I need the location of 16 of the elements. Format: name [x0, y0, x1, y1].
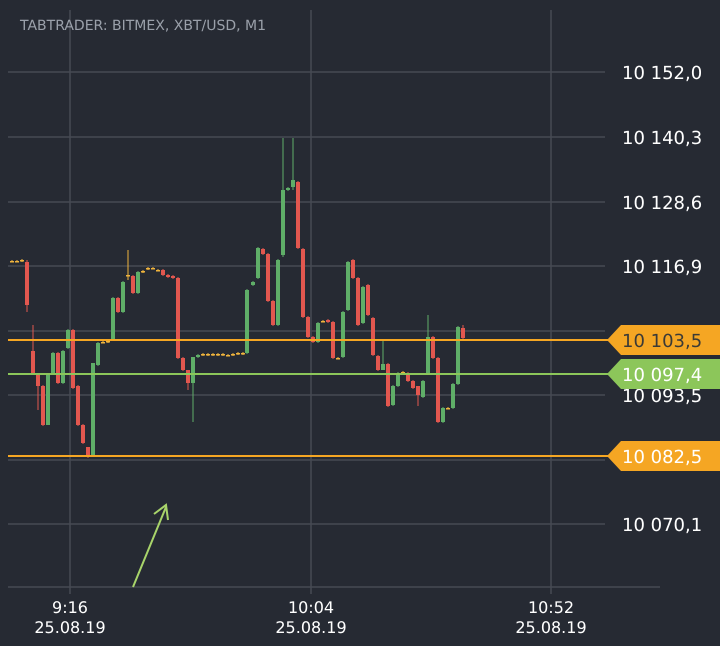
price-tag-label: 10 082,5	[622, 447, 702, 468]
price-axis-label: 10 116,9	[622, 257, 702, 278]
price-tag-label: 10 103,5	[622, 331, 702, 352]
price-axis-label: 10 093,5	[622, 386, 702, 407]
date-axis-label: 25.08.19	[275, 618, 347, 637]
time-axis-label: 9:16	[52, 598, 88, 617]
date-axis-label: 25.08.19	[34, 618, 106, 637]
price-axis-label: 10 070,1	[622, 515, 702, 536]
price-axis-label: 10 128,6	[622, 193, 702, 214]
time-axis-label: 10:04	[288, 598, 334, 617]
price-axis-label: 10 152,0	[622, 63, 702, 84]
price-axis-label: 10 140,3	[622, 128, 702, 149]
chart-title: TABTRADER: BITMEX, XBT/USD, M1	[20, 18, 266, 34]
date-axis-label: 25.08.19	[515, 618, 587, 637]
time-axis-label: 10:52	[528, 598, 574, 617]
price-tag-label: 10 097,4	[622, 365, 702, 386]
